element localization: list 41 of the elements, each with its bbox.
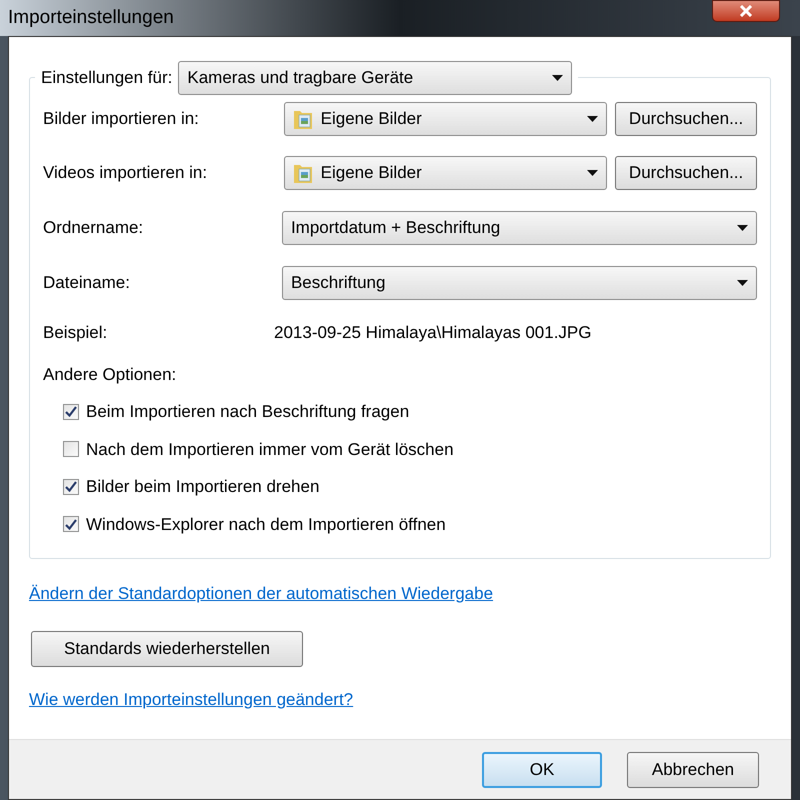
settings-for-label: Einstellungen für: — [41, 67, 172, 90]
close-button[interactable] — [712, 0, 780, 22]
field-label: Dateiname: — [43, 272, 131, 294]
browse-button[interactable]: Durchsuchen... — [615, 156, 757, 190]
window-title: Importeinstellungen — [8, 6, 174, 30]
field-label: Videos importieren in: — [43, 162, 208, 184]
dialog-button[interactable]: OK — [482, 752, 602, 788]
caret-icon — [552, 75, 564, 81]
checkbox-label: Nach dem Importieren immer vom Gerät löschen — [86, 438, 454, 460]
folder-icon — [292, 108, 313, 130]
caret-icon — [587, 170, 598, 176]
checkbox-label: Windows-Explorer nach dem Importieren öffnen — [86, 514, 446, 536]
autoplay-link[interactable]: Ändern der Standardoptionen der automatischen Wiedergabe — [29, 581, 494, 606]
name-format-dropdown[interactable]: Beschriftung — [282, 266, 757, 300]
checkbox[interactable] — [63, 516, 79, 532]
caret-icon — [587, 116, 598, 122]
folder-dropdown[interactable]: Eigene Bilder — [284, 102, 608, 136]
caret-icon — [737, 280, 748, 286]
name-format-dropdown[interactable]: Importdatum + Beschriftung — [282, 211, 757, 245]
device-type-dropdown[interactable]: Kameras und tragbare Geräte — [178, 61, 572, 95]
browse-button[interactable]: Durchsuchen... — [615, 102, 757, 136]
checkbox[interactable] — [63, 404, 79, 420]
checkbox[interactable] — [63, 478, 79, 495]
example-label: Beispiel: — [43, 322, 108, 344]
field-label: Bilder importieren in: — [43, 108, 200, 130]
checkbox-label: Beim Importieren nach Beschriftung fragen — [86, 401, 410, 423]
example-path: 2013-09-25 Himalaya\Himalayas 001.JPG — [274, 322, 592, 344]
checkbox[interactable] — [63, 441, 79, 458]
checkbox-label: Bilder beim Importieren drehen — [86, 476, 320, 498]
check-icon — [65, 518, 77, 530]
other-options-label: Andere Optionen: — [43, 364, 178, 386]
restore-defaults-button[interactable]: Standards wiederherstellen — [31, 630, 303, 666]
help-link[interactable]: Wie werden Importeinstellungen geändert? — [29, 686, 354, 712]
caret-icon — [737, 225, 748, 231]
folder-icon — [292, 162, 313, 184]
close-icon — [739, 5, 753, 17]
dialog-button[interactable]: Abbrechen — [627, 752, 759, 788]
field-label: Ordnername: — [43, 217, 144, 240]
folder-dropdown[interactable]: Eigene Bilder — [284, 156, 608, 190]
check-icon — [65, 406, 77, 418]
check-icon — [65, 481, 77, 492]
